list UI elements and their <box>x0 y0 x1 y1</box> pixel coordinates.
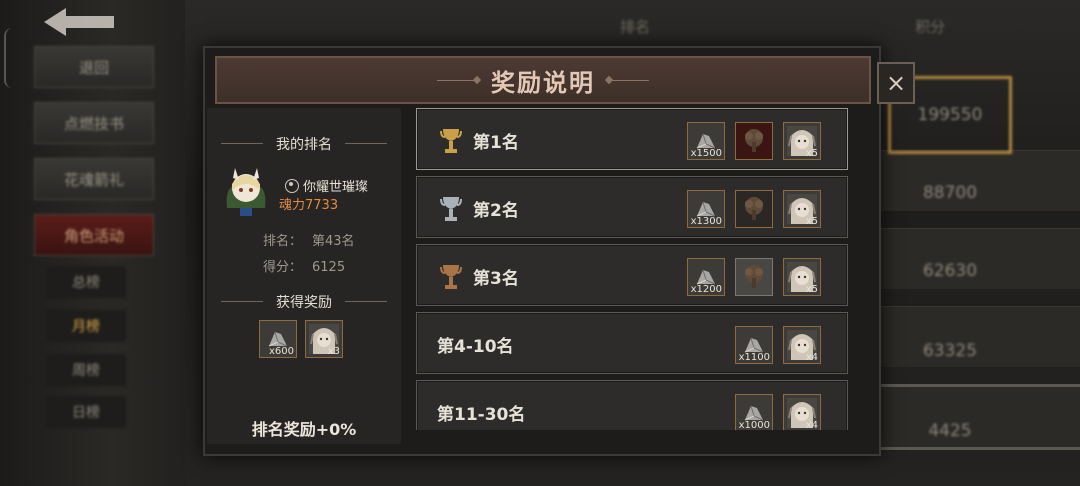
side-menu-item[interactable]: 点燃技书 <box>34 102 154 144</box>
rank-row: 第11-30名 x1000 x4 <box>416 380 848 430</box>
rank-value: 第43名 <box>312 234 355 249</box>
reward-count: x600 <box>268 346 294 357</box>
reward-item[interactable] <box>735 190 773 228</box>
score-value: 6125 <box>312 260 346 275</box>
score-value: 62630 <box>922 261 978 281</box>
player-name-text: 你耀世璀璨 <box>303 180 369 195</box>
title-ornament <box>609 79 649 81</box>
header-score: 积分 <box>915 18 946 36</box>
my-rank-header: 我的排名 <box>207 134 401 154</box>
sub-menu-item[interactable]: 日榜 <box>46 396 126 428</box>
reward-item[interactable]: x1500 <box>687 122 725 160</box>
my-rank-panel: 我的排名 你耀世璀璨 魂力7733 排名： 第43名 得分： 6125 获得奖励 x… <box>207 108 401 444</box>
my-rewards: x600 x3 <box>259 320 343 358</box>
back-arrow-icon <box>44 8 114 36</box>
sub-menu-item[interactable]: 周榜 <box>46 354 126 386</box>
reward-item[interactable]: x5 <box>783 190 821 228</box>
rank-rewards: x1000 x4 <box>735 394 821 430</box>
reward-count: x3 <box>327 346 340 357</box>
reward-item[interactable]: x1100 <box>735 326 773 364</box>
player-power: 魂力7733 <box>279 198 339 213</box>
leaderboard-header: 排名 积分 <box>195 10 1075 40</box>
side-menu-item[interactable]: 花魂箭礼 <box>34 158 154 200</box>
reward-count: x5 <box>805 148 818 159</box>
avatar-icon <box>226 168 266 216</box>
rank-rewards: x1500 x5 <box>687 122 821 160</box>
back-button[interactable] <box>40 4 120 40</box>
reward-item[interactable] <box>735 122 773 160</box>
rank-label: 第11-30名 <box>437 405 526 425</box>
rank-rewards: x1200 x5 <box>687 258 821 296</box>
rank-label: 第2名 <box>473 201 519 221</box>
bronze-trophy-icon <box>439 261 463 291</box>
reward-item[interactable]: x5 <box>783 122 821 160</box>
dialog-title: 奖励说明 <box>491 68 595 97</box>
reward-count: x5 <box>805 284 818 295</box>
rank-stat: 排名： 第43名 <box>263 230 365 249</box>
sub-menu-item[interactable]: 总榜 <box>46 266 126 298</box>
gold-trophy-icon <box>439 125 463 155</box>
reward-item[interactable]: x5 <box>783 258 821 296</box>
reward-item[interactable]: x3 <box>305 320 343 358</box>
rank-rewards: x1100 x4 <box>735 326 821 364</box>
player-name: 你耀世璀璨 <box>285 176 368 195</box>
reward-item[interactable]: x1000 <box>735 394 773 430</box>
frame-decoration <box>4 28 12 88</box>
header-rank: 排名 <box>620 18 651 36</box>
close-button[interactable]: × <box>877 62 915 104</box>
rank-label: 第1名 <box>473 133 519 153</box>
reward-item[interactable]: x4 <box>783 326 821 364</box>
reward-item[interactable]: x1300 <box>687 190 725 228</box>
reward-item[interactable]: x600 <box>259 320 297 358</box>
silver-trophy-icon <box>439 193 463 223</box>
rank-label: 排名： <box>263 234 303 249</box>
dialog-title-bar: 奖励说明 <box>215 56 871 104</box>
reward-count: x1200 <box>690 284 722 295</box>
reward-item[interactable]: x1200 <box>687 258 725 296</box>
rank-row: 第3名 x1200 x5 <box>416 244 848 306</box>
player-avatar <box>221 160 271 220</box>
score-value: 4425 <box>928 421 972 441</box>
reward-count: x1300 <box>690 216 722 227</box>
reward-count: x4 <box>805 352 818 363</box>
rank-bonus: 排名奖励+0% <box>251 420 357 439</box>
rank-row: 第2名 x1300 x5 <box>416 176 848 238</box>
rewards-header: 获得奖励 <box>207 292 401 312</box>
side-menu-item[interactable]: 角色活动 <box>34 214 154 256</box>
rank-label: 第4-10名 <box>437 337 514 357</box>
rank-label: 第3名 <box>473 269 519 289</box>
reward-count: x4 <box>805 420 818 430</box>
score-label: 得分： <box>263 260 303 275</box>
score-value: 63325 <box>922 341 978 361</box>
reward-count: x5 <box>805 216 818 227</box>
rank-row: 第1名 x1500 x5 <box>416 108 848 170</box>
rank-row: 第4-10名 x1100 x4 <box>416 312 848 374</box>
title-ornament <box>437 79 477 81</box>
reward-count: x1000 <box>738 420 770 430</box>
score-stat: 得分： 6125 <box>263 256 355 275</box>
reward-item[interactable]: x4 <box>783 394 821 430</box>
reward-count: x1500 <box>690 148 722 159</box>
reward-item[interactable] <box>735 258 773 296</box>
rank-reward-list[interactable]: 第1名 x1500 x5 第2名 x1300 x5 第3名 x1200 x5 第4-10名 x110… <box>416 108 850 430</box>
score-value: 88700 <box>922 183 978 203</box>
rank-rewards: x1300 x5 <box>687 190 821 228</box>
reward-count: x1100 <box>738 352 770 363</box>
sub-menu-item[interactable]: 月榜 <box>46 310 126 342</box>
side-menu-item[interactable]: 退回 <box>34 46 154 88</box>
user-icon <box>285 179 299 193</box>
